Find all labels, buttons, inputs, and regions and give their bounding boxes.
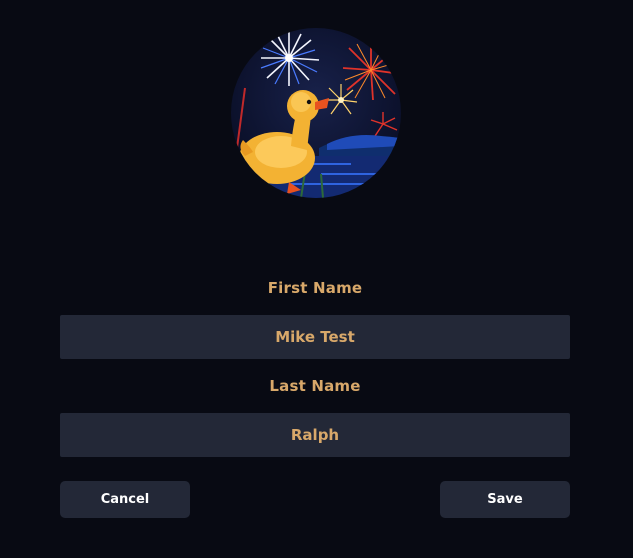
last-name-label: Last Name [269,377,361,395]
duck-fireworks-avatar-icon [231,28,401,198]
save-button[interactable]: Save [440,481,570,518]
first-name-input[interactable] [60,315,570,359]
last-name-input[interactable] [60,413,570,457]
edit-profile-panel: First Name Last Name Cancel Save [0,0,633,558]
first-name-label: First Name [267,279,363,297]
profile-avatar[interactable] [231,28,401,198]
cancel-button[interactable]: Cancel [60,481,190,518]
